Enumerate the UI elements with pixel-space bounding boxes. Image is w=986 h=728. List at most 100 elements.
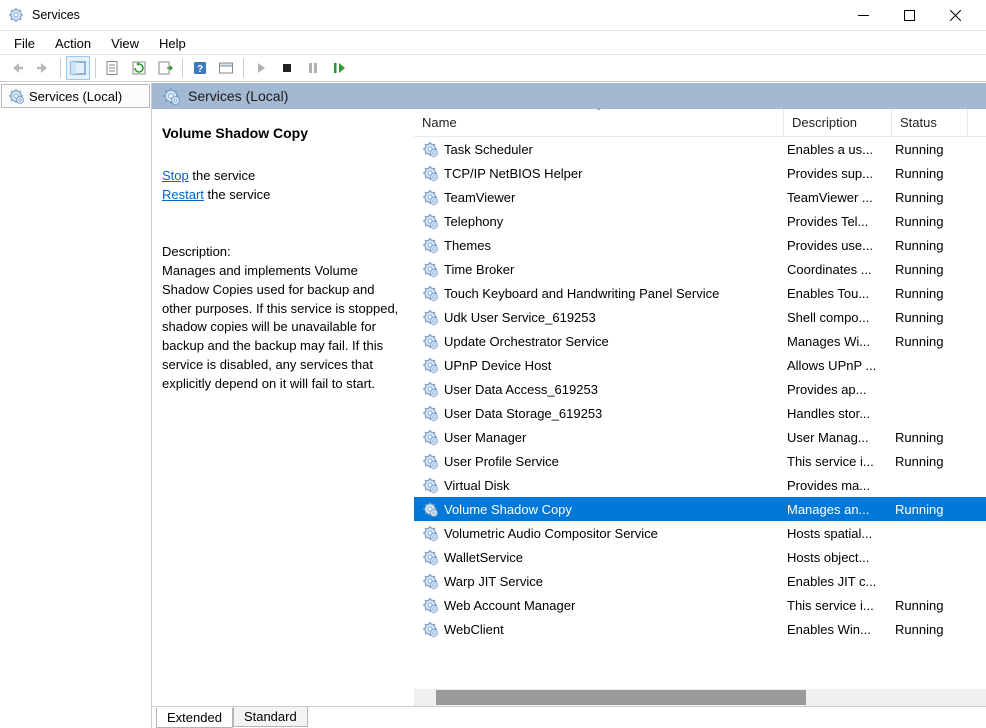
maximize-button[interactable]	[886, 0, 932, 30]
minimize-button[interactable]	[840, 0, 886, 30]
cell-description: User Manag...	[784, 430, 892, 445]
service-row[interactable]: UPnP Device HostAllows UPnP ...	[414, 353, 986, 377]
service-row[interactable]: WebClientEnables Win...Running	[414, 617, 986, 641]
app-icon	[8, 7, 24, 23]
cell-name: Volumetric Audio Compositor Service	[414, 525, 784, 541]
menu-file[interactable]: File	[4, 33, 45, 54]
service-name-text: WebClient	[444, 622, 504, 637]
description-body: Manages and implements Volume Shadow Cop…	[162, 262, 404, 394]
service-row[interactable]: TCP/IP NetBIOS HelperProvides sup...Runn…	[414, 161, 986, 185]
service-name-text: Task Scheduler	[444, 142, 533, 157]
cell-description: This service i...	[784, 454, 892, 469]
dialog-button[interactable]	[214, 56, 238, 80]
cell-status: Running	[892, 622, 968, 637]
menu-view[interactable]: View	[101, 33, 149, 54]
cell-description: Handles stor...	[784, 406, 892, 421]
service-row[interactable]: ThemesProvides use...Running	[414, 233, 986, 257]
service-name-text: TCP/IP NetBIOS Helper	[444, 166, 582, 181]
cell-name: TCP/IP NetBIOS Helper	[414, 165, 784, 181]
main-split: Services (Local) Services (Local) Volume…	[0, 82, 986, 728]
gear-icon	[422, 429, 438, 445]
service-row[interactable]: User Profile ServiceThis service i...Run…	[414, 449, 986, 473]
service-row[interactable]: Virtual DiskProvides ma...	[414, 473, 986, 497]
restart-service-link[interactable]: Restart	[162, 187, 204, 202]
gear-icon	[422, 621, 438, 637]
service-name-text: TeamViewer	[444, 190, 515, 205]
service-row[interactable]: Time BrokerCoordinates ...Running	[414, 257, 986, 281]
help-button[interactable]: ?	[188, 56, 212, 80]
cell-name: User Data Storage_619253	[414, 405, 784, 421]
cell-description: Coordinates ...	[784, 262, 892, 277]
refresh-button[interactable]	[127, 56, 151, 80]
start-service-button[interactable]	[249, 56, 273, 80]
service-row[interactable]: Update Orchestrator ServiceManages Wi...…	[414, 329, 986, 353]
properties-button[interactable]	[101, 56, 125, 80]
gear-icon	[422, 405, 438, 421]
tab-extended[interactable]: Extended	[156, 708, 233, 728]
service-row[interactable]: User ManagerUser Manag...Running	[414, 425, 986, 449]
stop-service-link[interactable]: Stop	[162, 168, 189, 183]
cell-status: Running	[892, 430, 968, 445]
nav-forward-button[interactable]	[31, 56, 55, 80]
pane-header-label: Services (Local)	[188, 88, 288, 104]
cell-description: This service i...	[784, 598, 892, 613]
menu-action[interactable]: Action	[45, 33, 101, 54]
service-name-text: Warp JIT Service	[444, 574, 543, 589]
horizontal-scrollbar[interactable]	[414, 689, 986, 706]
list-body[interactable]: Task SchedulerEnables a us...RunningTCP/…	[414, 137, 986, 689]
gear-icon	[422, 261, 438, 277]
service-name-text: Time Broker	[444, 262, 514, 277]
column-header-status[interactable]: Status	[892, 109, 968, 136]
cell-description: Enables JIT c...	[784, 574, 892, 589]
column-header-description[interactable]: Description	[784, 109, 892, 136]
service-row[interactable]: TelephonyProvides Tel...Running	[414, 209, 986, 233]
service-row[interactable]: Volumetric Audio Compositor ServiceHosts…	[414, 521, 986, 545]
list-header: ⌃ Name Description Status	[414, 109, 986, 137]
gear-icon	[422, 237, 438, 253]
gear-icon	[422, 357, 438, 373]
cell-name: UPnP Device Host	[414, 357, 784, 373]
service-name-text: Volume Shadow Copy	[444, 502, 572, 517]
bottom-tabs: Extended Standard	[152, 706, 986, 728]
service-row[interactable]: Udk User Service_619253Shell compo...Run…	[414, 305, 986, 329]
titlebar: Services	[0, 0, 986, 30]
service-row[interactable]: WalletServiceHosts object...	[414, 545, 986, 569]
gear-icon	[162, 87, 180, 105]
restart-service-button[interactable]	[327, 56, 351, 80]
cell-description: Enables Tou...	[784, 286, 892, 301]
tab-standard[interactable]: Standard	[233, 707, 308, 727]
service-row[interactable]: Warp JIT Service Enables JIT c...	[414, 569, 986, 593]
gear-icon	[422, 141, 438, 157]
service-row[interactable]: Task SchedulerEnables a us...Running	[414, 137, 986, 161]
detail-pane: Volume Shadow Copy Stop the service Rest…	[152, 109, 414, 706]
gear-icon	[8, 88, 24, 104]
service-row[interactable]: Touch Keyboard and Handwriting Panel Ser…	[414, 281, 986, 305]
stop-service-button[interactable]	[275, 56, 299, 80]
menu-help[interactable]: Help	[149, 33, 196, 54]
export-list-button[interactable]	[153, 56, 177, 80]
cell-status: Running	[892, 286, 968, 301]
cell-name: User Data Access_619253	[414, 381, 784, 397]
close-button[interactable]	[932, 0, 978, 30]
service-row[interactable]: Volume Shadow CopyManages an...Running	[414, 497, 986, 521]
pause-service-button[interactable]	[301, 56, 325, 80]
stop-suffix: the service	[189, 168, 255, 183]
cell-name: Virtual Disk	[414, 477, 784, 493]
tree-root-services-local[interactable]: Services (Local)	[1, 84, 150, 108]
content-row: Volume Shadow Copy Stop the service Rest…	[152, 109, 986, 706]
service-row[interactable]: User Data Access_619253Provides ap...	[414, 377, 986, 401]
cell-description: Manages Wi...	[784, 334, 892, 349]
column-header-name[interactable]: ⌃ Name	[414, 109, 784, 136]
gear-icon	[422, 477, 438, 493]
service-name-text: UPnP Device Host	[444, 358, 551, 373]
cell-name: TeamViewer	[414, 189, 784, 205]
service-row[interactable]: TeamViewerTeamViewer ...Running	[414, 185, 986, 209]
show-hide-tree-button[interactable]	[66, 56, 90, 80]
service-row[interactable]: User Data Storage_619253Handles stor...	[414, 401, 986, 425]
gear-icon	[422, 189, 438, 205]
service-name-text: Virtual Disk	[444, 478, 510, 493]
service-row[interactable]: Web Account ManagerThis service i...Runn…	[414, 593, 986, 617]
gear-icon	[422, 525, 438, 541]
nav-back-button[interactable]	[5, 56, 29, 80]
horizontal-scroll-thumb[interactable]	[436, 690, 806, 705]
